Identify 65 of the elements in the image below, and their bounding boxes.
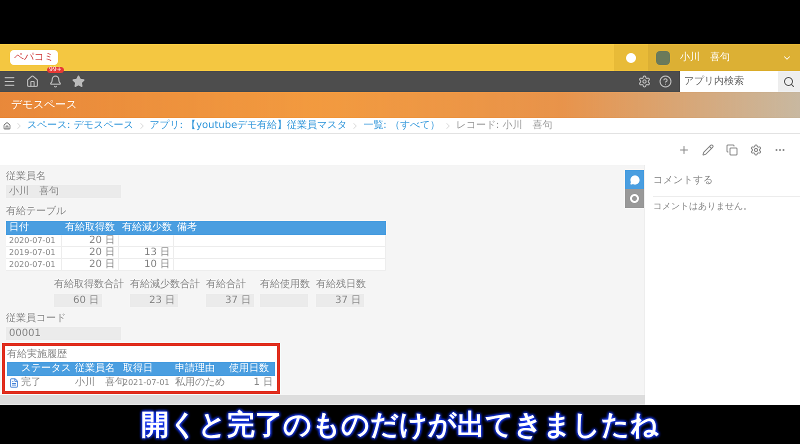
- field-label: 有給残日数: [316, 278, 366, 292]
- column-header: 有給取得数: [64, 221, 116, 235]
- home-icon[interactable]: [26, 75, 39, 88]
- comment-field[interactable]: コメントする: [653, 173, 800, 197]
- column-header: 使用日数: [229, 362, 270, 376]
- table-cell: 10 日: [119, 259, 174, 270]
- table-cell: 20 日: [62, 247, 119, 258]
- logo[interactable]: ペパコミ: [10, 50, 58, 65]
- menu-icon[interactable]: [3, 75, 16, 88]
- table-cell: 13 日: [119, 247, 174, 258]
- table-cell-text: 1 日: [252, 376, 273, 390]
- empty-message: コメントはありません。: [653, 201, 753, 214]
- field-label: 有給実施履歴: [7, 348, 68, 362]
- table-cell-text: 私用のため: [175, 376, 226, 390]
- user-name[interactable]: 小川 喜句: [680, 50, 730, 65]
- code-field: 00001: [6, 327, 121, 340]
- copy-icon[interactable]: [726, 144, 738, 156]
- avatar-icon: [656, 50, 670, 64]
- search-field[interactable]: アプリ内検索: [680, 71, 778, 92]
- table-cell-text: 完了: [21, 376, 42, 390]
- total-field: 60 日: [54, 294, 102, 307]
- document-icon[interactable]: [9, 378, 19, 388]
- breadcrumb-link[interactable]: アプリ: 【youtubeデモ有給】従業員マスタ: [150, 118, 348, 133]
- bell-icon[interactable]: [49, 75, 62, 88]
- table-cell: 20 日: [62, 259, 119, 270]
- total-field: 23 日: [130, 294, 178, 307]
- home-icon[interactable]: [3, 122, 11, 130]
- history-tab[interactable]: [625, 189, 644, 208]
- column-header: ステータス: [21, 362, 72, 376]
- total-field: 37 日: [316, 294, 364, 307]
- space-title: デモスペース: [11, 96, 77, 113]
- table-cell: 小川 喜句: [75, 376, 123, 390]
- field-label: 有給取得数合計: [54, 278, 124, 292]
- column-header: 日付: [8, 221, 30, 235]
- breadcrumb-link[interactable]: スペース: デモスペース: [27, 118, 134, 133]
- edit-icon[interactable]: [702, 144, 714, 156]
- table-cell-text: 2021-07-01: [123, 378, 170, 389]
- field-label: 従業員コード: [6, 312, 67, 326]
- speech-bubble-icon: [630, 174, 640, 184]
- column-header: 有給減少数: [121, 221, 173, 235]
- field-label: 有給合計: [206, 278, 247, 292]
- breadcrumb-link[interactable]: 一覧: （すべて）: [363, 118, 440, 133]
- field-label: 従業員名: [6, 170, 47, 184]
- field-label: 有給減少数合計: [130, 278, 200, 292]
- name-field: 小川 喜句: [6, 185, 121, 198]
- column-header: 従業員名: [75, 362, 116, 376]
- table-cell: 2020-07-01: [6, 259, 62, 270]
- star-icon[interactable]: [72, 75, 85, 88]
- table-cell: 20 日: [62, 235, 119, 246]
- settings-icon[interactable]: [638, 75, 651, 88]
- total-field: 37 日: [206, 294, 254, 307]
- search-icon: [783, 76, 795, 88]
- comment-tab[interactable]: [625, 170, 644, 189]
- search-button[interactable]: [778, 71, 800, 92]
- add-icon[interactable]: [678, 144, 690, 156]
- field-label: 有給テーブル: [6, 204, 67, 219]
- help-icon[interactable]: [659, 75, 672, 88]
- column-header: 申請理由: [175, 362, 216, 376]
- table-cell: 2019-07-01: [6, 247, 62, 258]
- column-header: 備考: [176, 221, 198, 235]
- column-header: 取得日: [123, 362, 154, 376]
- field-label: 有給使用数: [260, 278, 310, 292]
- subtitle: 開くと完了のものだけが出てきましたね: [141, 410, 659, 438]
- table-cell: 2020-07-01: [6, 235, 62, 246]
- settings-icon[interactable]: [750, 144, 762, 156]
